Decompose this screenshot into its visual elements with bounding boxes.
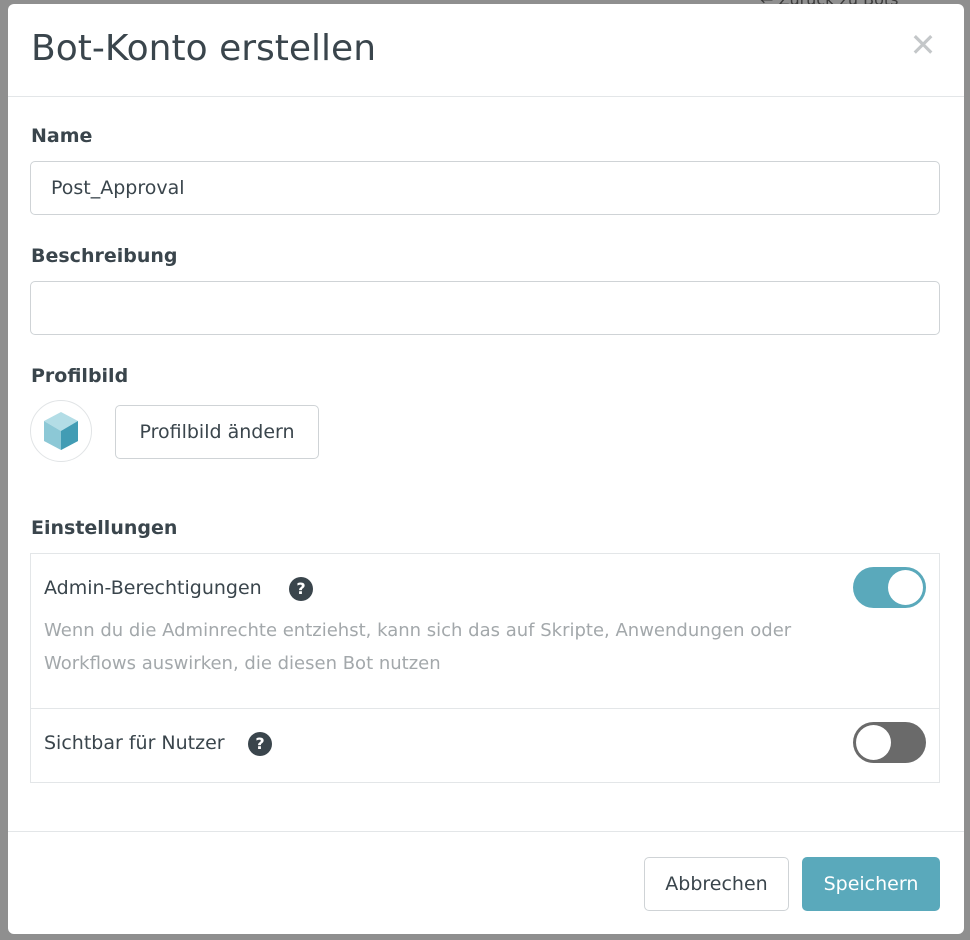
help-icon[interactable]: ? xyxy=(289,577,313,601)
visible-for-users-toggle[interactable] xyxy=(853,722,926,763)
help-icon[interactable]: ? xyxy=(248,732,272,756)
admin-permissions-description: Wenn du die Adminrechte entziehst, kann … xyxy=(44,620,792,674)
avatar xyxy=(30,400,92,462)
cube-icon xyxy=(44,412,78,450)
footer-divider xyxy=(8,831,964,832)
setting-row-admin: Admin-Berechtigungen ? Wenn du die Admin… xyxy=(31,554,939,709)
visible-for-users-label: Sichtbar für Nutzer xyxy=(44,732,225,754)
admin-permissions-toggle[interactable] xyxy=(853,567,926,608)
create-bot-modal: Bot-Konto erstellen ✕ Name Beschreibung … xyxy=(8,4,964,934)
modal-title: Bot-Konto erstellen xyxy=(31,28,377,69)
description-input[interactable] xyxy=(30,281,940,335)
cancel-button[interactable]: Abbrechen xyxy=(644,857,789,911)
close-icon[interactable]: ✕ xyxy=(908,29,938,61)
admin-permissions-label: Admin-Berechtigungen xyxy=(44,577,262,599)
name-input[interactable] xyxy=(30,161,940,215)
name-label: Name xyxy=(31,125,93,147)
change-profile-image-button[interactable]: Profilbild ändern xyxy=(115,405,319,459)
description-label: Beschreibung xyxy=(31,245,178,267)
profile-image-label: Profilbild xyxy=(31,365,129,387)
modal-header: Bot-Konto erstellen ✕ xyxy=(8,4,964,97)
settings-panel: Admin-Berechtigungen ? Wenn du die Admin… xyxy=(30,553,940,783)
toggle-knob xyxy=(888,570,923,605)
toggle-knob xyxy=(856,725,891,760)
save-button[interactable]: Speichern xyxy=(802,857,940,911)
setting-row-visible: Sichtbar für Nutzer ? xyxy=(31,709,939,783)
settings-label: Einstellungen xyxy=(31,517,178,539)
